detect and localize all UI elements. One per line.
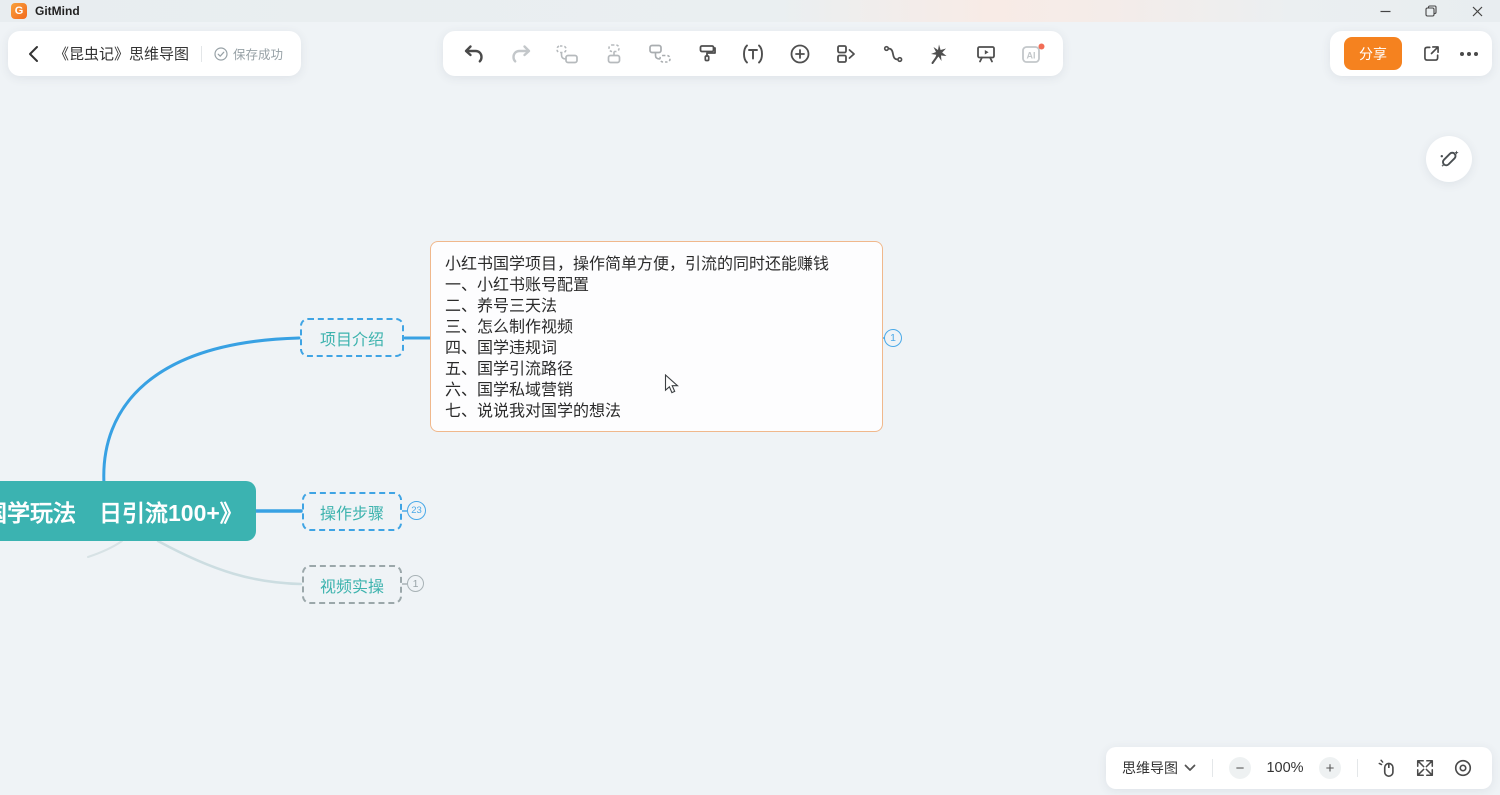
share-button[interactable]: 分享 [1344,37,1402,70]
saved-check-icon [214,47,228,61]
ai-assistant-icon: AI [1019,42,1045,66]
ai-notification-dot [1039,43,1045,49]
insert-sibling-node-button[interactable] [597,37,631,71]
zoom-in-button[interactable]: + [1319,757,1341,779]
view-mode-dropdown[interactable]: 思维导图 [1122,758,1196,778]
document-header-panel: 《昆虫记》思维导图 保存成功 [8,31,301,76]
insert-child-node-icon [647,42,673,66]
preview-button[interactable] [1450,755,1476,781]
back-chevron-icon [26,45,42,63]
minimize-button[interactable] [1362,0,1408,22]
zoom-out-button[interactable]: − [1229,757,1251,779]
connector-root-stub [88,541,122,557]
divider [1357,759,1358,777]
divider [1212,759,1213,777]
save-status: 保存成功 [233,44,283,63]
fit-screen-icon [1415,758,1435,778]
insert-parent-node-icon [554,42,580,66]
divider [201,46,202,62]
gitmind-logo-icon: G [11,3,27,19]
branch-node-label: 视频实操 [320,573,384,597]
collapse-count-badge[interactable]: 1 [407,575,424,592]
presentation-icon [974,42,998,66]
magic-wand-icon [1436,146,1462,172]
restore-icon [1425,5,1437,17]
view-statusbar: 思维导图 − 100% + [1106,747,1492,789]
restore-button[interactable] [1408,0,1454,22]
back-button[interactable] [26,45,42,63]
beautify-icon [927,42,951,66]
detail-line: 四、国学违规词 [445,338,868,359]
collapse-count-badge[interactable]: 1 [884,329,902,347]
detail-line: 一、小红书账号配置 [445,275,868,296]
sticker-beautify-button[interactable] [1426,136,1472,182]
insert-node-icon [788,42,812,66]
zoom-level[interactable]: 100% [1263,760,1307,776]
undo-button[interactable] [457,37,491,71]
chevron-down-icon [1184,764,1196,772]
redo-icon [509,42,533,66]
redo-button[interactable] [504,37,538,71]
relation-line-icon [881,42,905,66]
detail-line: 三、怎么制作视频 [445,317,868,338]
ai-assistant-button[interactable]: AI [1015,37,1049,71]
relation-line-button[interactable] [876,37,910,71]
fit-screen-button[interactable] [1412,755,1438,781]
export-icon [1421,43,1442,64]
detail-line: 二、养号三天法 [445,296,868,317]
branch-node-intro[interactable]: 项目介绍 [300,318,404,357]
presentation-button[interactable] [969,37,1003,71]
main-toolbar: AI [443,31,1063,76]
more-menu-button[interactable] [1460,52,1478,56]
detail-line: 六、国学私域营销 [445,380,868,401]
root-node[interactable]: 国学玩法 日引流100+》 [0,481,256,541]
app-name: GitMind [35,4,80,18]
minimize-icon [1380,6,1391,17]
format-painter-button[interactable] [690,37,724,71]
outline-icon [834,42,858,66]
mouse-cursor [664,374,680,395]
export-button[interactable] [1418,41,1444,67]
beautify-button[interactable] [922,37,956,71]
view-mode-label: 思维导图 [1122,758,1178,778]
root-node-label: 国学玩法 日引流100+》 [0,494,243,528]
connector-root-to-video [158,541,301,584]
document-title[interactable]: 《昆虫记》思维导图 [54,43,189,64]
svg-text:AI: AI [1027,50,1036,60]
branch-node-steps[interactable]: 操作步骤 [302,492,402,531]
close-icon [1472,6,1483,17]
detail-line: 五、国学引流路径 [445,359,868,380]
detail-line: 小红书国学项目，操作简单方便，引流的同时还能赚钱 [445,254,868,275]
share-panel: 分享 [1330,31,1492,76]
connector-root-to-intro [104,338,299,484]
collapse-count-badge[interactable]: 23 [407,501,426,520]
summary-button[interactable] [736,37,770,71]
branch-node-label: 操作步骤 [320,500,384,524]
titlebar: G GitMind [0,0,1500,22]
close-button[interactable] [1454,0,1500,22]
eye-icon [1453,758,1473,778]
detail-line: 七、说说我对国学的想法 [445,401,868,422]
outline-button[interactable] [829,37,863,71]
branch-node-video[interactable]: 视频实操 [302,565,402,604]
branch-node-label: 项目介绍 [320,326,384,350]
summary-icon [740,42,766,66]
drag-mode-button[interactable] [1374,755,1400,781]
format-painter-icon [695,42,719,66]
insert-sibling-node-icon [602,42,626,66]
insert-node-button[interactable] [783,37,817,71]
mouse-icon [1377,758,1397,778]
detail-text-node[interactable]: 小红书国学项目，操作简单方便，引流的同时还能赚钱 一、小红书账号配置 二、养号三… [430,241,883,432]
insert-child-node-button[interactable] [643,37,677,71]
undo-icon [462,42,486,66]
insert-parent-node-button[interactable] [550,37,584,71]
